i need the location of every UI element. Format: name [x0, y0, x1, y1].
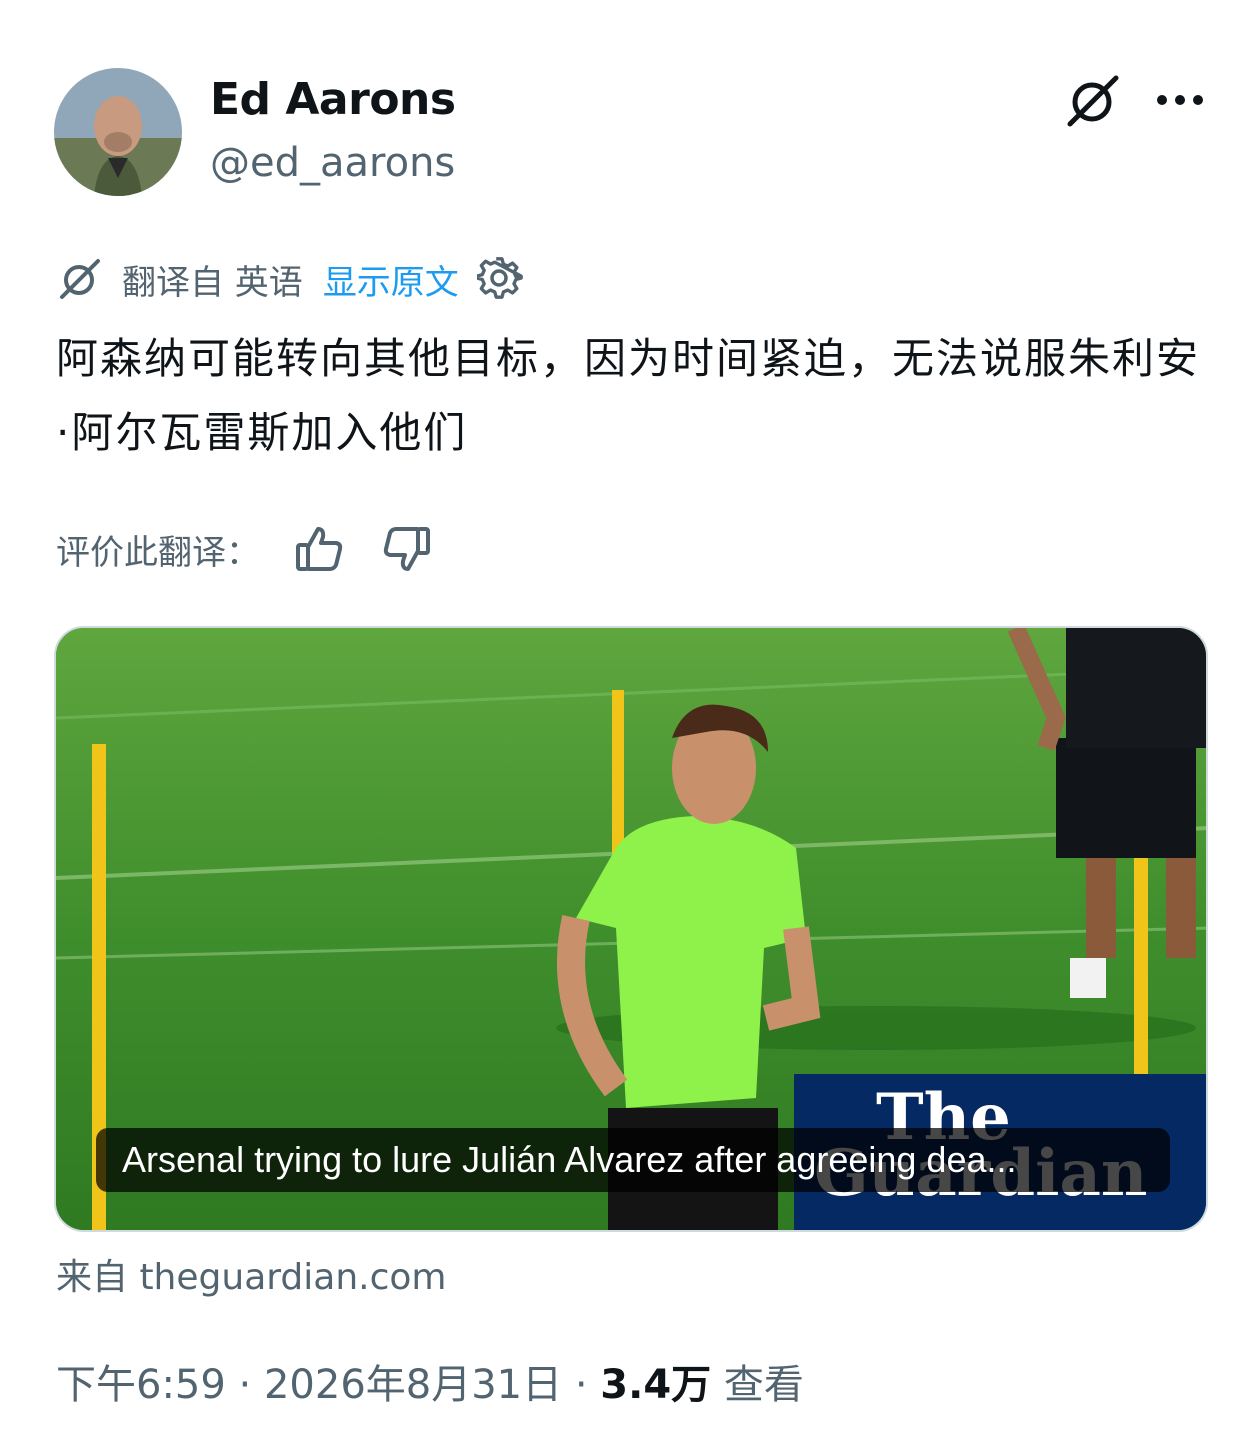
rate-translation-label: 评价此翻译： — [56, 532, 260, 573]
thumbs-down-icon[interactable] — [380, 523, 432, 575]
show-original-link[interactable]: 显示原文 — [323, 255, 459, 304]
meta-separator: · — [225, 1362, 264, 1408]
meta-separator: · — [562, 1362, 601, 1408]
card-title[interactable]: Arsenal trying to lure Julián Alvarez af… — [96, 1128, 1170, 1192]
views-label: 查看 — [711, 1362, 804, 1408]
tweet-date[interactable]: 2026年8月31日 — [264, 1362, 562, 1408]
translation-bar: 翻译自 英语 显示原文 — [56, 255, 523, 304]
tweet-meta: 下午6:59 · 2026年8月31日 · 3.4万 查看 — [56, 1352, 804, 1410]
rate-translation: 评价此翻译： — [56, 522, 432, 576]
author-name[interactable]: Ed Aarons — [210, 74, 456, 125]
translated-from-label: 翻译自 英语 — [122, 262, 303, 303]
card-source[interactable]: 来自 theguardian.com — [56, 1248, 446, 1300]
avatar[interactable] — [54, 68, 182, 196]
thumbs-up-icon[interactable] — [294, 523, 346, 575]
more-options-icon[interactable] — [1152, 78, 1208, 122]
tweet-text: 阿森纳可能转向其他目标，因为时间紧迫，无法说服朱利安·阿尔瓦雷斯加入他们 — [56, 334, 1201, 457]
author-handle[interactable]: @ed_aarons — [210, 140, 455, 186]
link-card[interactable]: The Guardian Arsenal trying to lure Juli… — [54, 626, 1208, 1232]
gear-icon[interactable] — [475, 256, 523, 302]
translate-icon — [56, 255, 104, 303]
grok-icon[interactable] — [1062, 70, 1124, 132]
tweet-time[interactable]: 下午6:59 — [56, 1362, 226, 1408]
views-count: 3.4万 — [600, 1362, 712, 1408]
